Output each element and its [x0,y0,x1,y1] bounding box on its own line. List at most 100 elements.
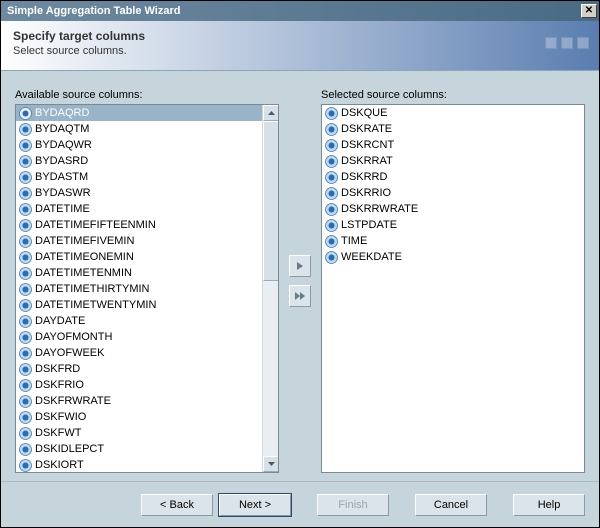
list-item[interactable]: DATETIMEFIFTEENMIN [16,217,262,233]
selected-column-panel: Selected source columns: DSKQUEDSKRATEDS… [321,89,585,473]
list-item-label: DAYOFWEEK [35,347,104,359]
list-item[interactable]: BYDAQWR [16,137,262,153]
column-icon [18,330,32,344]
list-item-label: DSKFWIO [35,411,86,423]
column-icon [18,410,32,424]
list-item[interactable]: DATETIMETHIRTYMIN [16,281,262,297]
scroll-thumb[interactable] [263,121,279,281]
list-item[interactable]: DATETIME [16,201,262,217]
column-icon [324,186,338,200]
column-icon [18,266,32,280]
arrow-right-icon [295,261,305,271]
list-item-label: BYDASWR [35,187,91,199]
list-item[interactable]: LSTPDATE [322,217,584,233]
column-icon [324,122,338,136]
column-icon [18,394,32,408]
list-item-label: BYDASTM [35,171,88,183]
list-item-label: BYDAQRD [35,107,89,119]
column-icon [324,234,338,248]
chevron-down-icon [268,462,275,466]
back-button[interactable]: < Back [141,494,213,516]
column-icon [324,170,338,184]
list-item[interactable]: BYDASWR [16,185,262,201]
list-item[interactable]: DSKIDLEPCT [16,441,262,457]
list-item[interactable]: BYDAQTM [16,121,262,137]
list-item[interactable]: BYDAQRD [16,105,262,121]
chevron-up-icon [268,111,275,115]
list-item[interactable]: DSKFWT [16,425,262,441]
column-icon [18,186,32,200]
column-icon [324,106,338,120]
next-button[interactable]: Next > [219,494,291,516]
list-item[interactable]: DATETIMETWENTYMIN [16,297,262,313]
scroll-down-button[interactable] [263,456,279,472]
list-item[interactable]: BYDASTM [16,169,262,185]
list-item[interactable]: DAYDATE [16,313,262,329]
column-icon [18,282,32,296]
list-item-label: DSKFRIO [35,379,84,391]
selected-listbox[interactable]: DSKQUE DSKRATE DSKRCNTDSKRRATDSKRRD DSKRRIO… [321,104,585,473]
column-icon [18,458,32,472]
column-icon [18,250,32,264]
list-item-label: DATETIMEONEMIN [35,251,134,263]
close-button[interactable]: ✕ [581,4,597,18]
list-item-label: DSKRATE [341,123,392,135]
list-item-label: DSKIDLEPCT [35,443,104,455]
available-label: Available source columns: [15,89,279,101]
step-subheading: Select source columns. [13,45,587,57]
column-icon [18,218,32,232]
list-item[interactable]: DSKFRIO [16,377,262,393]
double-arrow-right-icon [294,291,306,301]
column-icon [18,154,32,168]
move-all-right-button[interactable] [289,285,311,307]
list-item[interactable]: TIME [322,233,584,249]
list-item[interactable]: DATETIMETENMIN [16,265,262,281]
cancel-button[interactable]: Cancel [415,494,487,516]
list-item-label: DATETIME [35,203,90,215]
column-icon [18,202,32,216]
move-right-button[interactable] [289,255,311,277]
column-icon [18,170,32,184]
column-icon [18,234,32,248]
list-item[interactable]: DSKRATE [322,121,584,137]
list-item-label: DATETIMEFIFTEENMIN [35,219,156,231]
list-item-label: DSKFRD [35,363,80,375]
list-item[interactable]: DATETIMEONEMIN [16,249,262,265]
scroll-up-button[interactable] [263,105,279,121]
available-scrollbar[interactable] [262,105,278,472]
available-listbox[interactable]: BYDAQRD BYDAQTMBYDAQWRBYDASRD BYDASTM BYDAS… [15,104,279,473]
list-item-label: DSKRRIO [341,187,391,199]
list-item[interactable]: DSKFRD [16,361,262,377]
list-item[interactable]: DSKIORT [16,457,262,472]
list-item[interactable]: DSKRRIO [322,185,584,201]
column-icon [18,138,32,152]
column-icon [18,314,32,328]
list-item[interactable]: WEEKDATE [322,249,584,265]
list-item[interactable]: DSKRCNT [322,137,584,153]
column-icon [18,298,32,312]
column-icon [18,106,32,120]
content-area: Available source columns: BYDAQRD BYDAQTM… [1,71,599,481]
available-column-panel: Available source columns: BYDAQRD BYDAQTM… [15,89,279,473]
list-item[interactable]: DSKRRWRATE [322,201,584,217]
list-item-label: DATETIMETENMIN [35,267,132,279]
list-item[interactable]: DSKFWIO [16,409,262,425]
list-item-label: DSKIORT [35,459,84,471]
close-icon: ✕ [585,5,593,16]
list-item[interactable]: DSKRRD [322,169,584,185]
column-icon [324,218,338,232]
list-item-label: DSKQUE [341,107,387,119]
list-item[interactable]: DSKFRWRATE [16,393,262,409]
list-item-label: DATETIMEFIVEMIN [35,235,134,247]
column-icon [18,378,32,392]
list-item[interactable]: BYDASRD [16,153,262,169]
list-item[interactable]: DAYOFWEEK [16,345,262,361]
list-item[interactable]: DAYOFMONTH [16,329,262,345]
wizard-window: Simple Aggregation Table Wizard ✕ Specif… [0,0,600,528]
wizard-header: Specify target columns Select source col… [1,21,599,71]
list-item[interactable]: DSKRRAT [322,153,584,169]
list-item[interactable]: DATETIMEFIVEMIN [16,233,262,249]
list-item[interactable]: DSKQUE [322,105,584,121]
help-button[interactable]: Help [513,494,585,516]
title-bar: Simple Aggregation Table Wizard ✕ [1,1,599,21]
